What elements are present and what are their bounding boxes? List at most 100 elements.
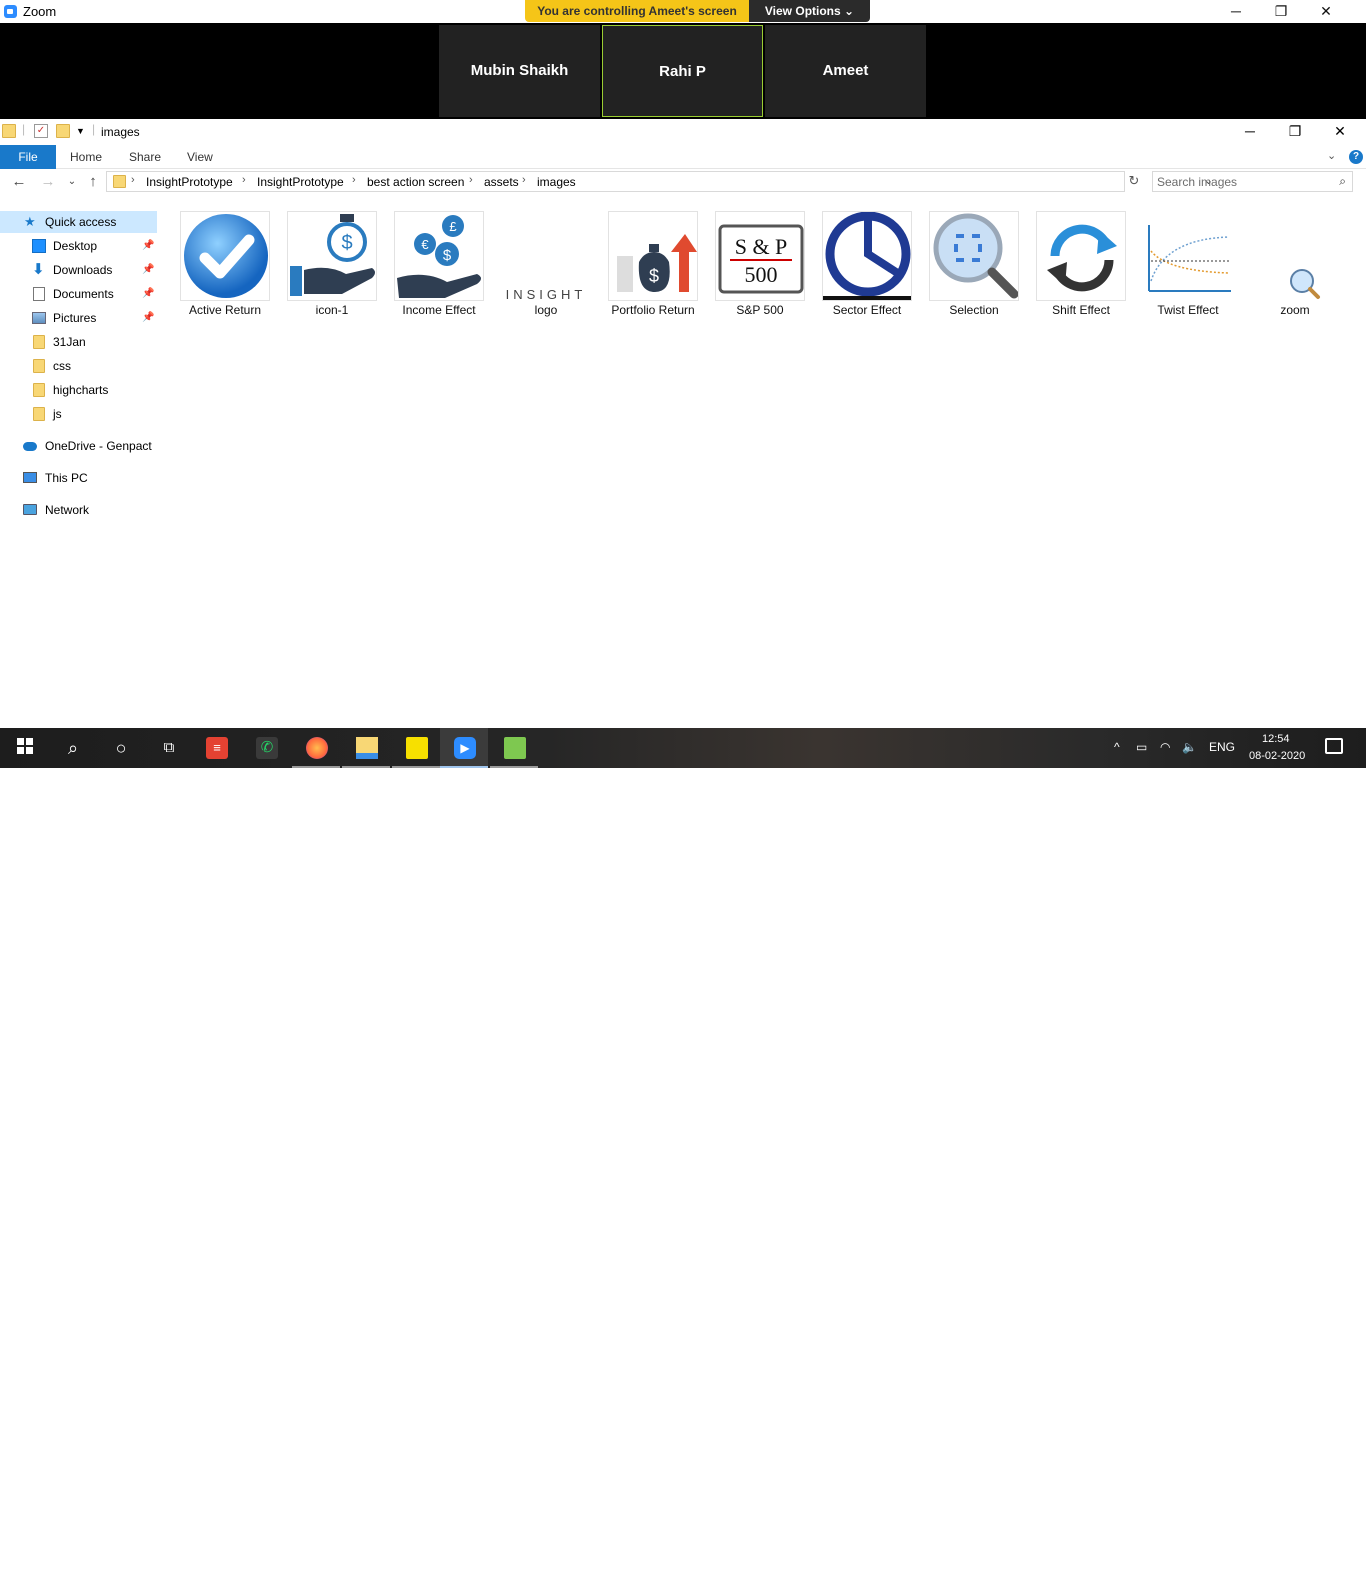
search-input[interactable] (1157, 174, 1327, 189)
battery-icon[interactable]: ▭ (1136, 740, 1147, 754)
participant-tile-mubin[interactable]: Mubin Shaikh (439, 25, 600, 117)
sidebar-item-label: Network (45, 503, 90, 517)
file-item-sector-effect[interactable]: Sector Effect (814, 211, 914, 323)
language-indicator[interactable]: ENG (1209, 740, 1235, 754)
download-arrow-icon: ⬇ (32, 261, 45, 278)
pie-chart-icon (822, 211, 912, 301)
sidebar-item-downloads[interactable]: ⬇ Downloads 📌 (0, 259, 157, 281)
file-item-icon-1[interactable]: $ icon-1 (279, 211, 379, 323)
navigation-pane: ★ Quick access Desktop 📌 ⬇ Downloads 📌 D… (0, 211, 157, 728)
clock-time[interactable]: 12:54 (1262, 733, 1290, 745)
pin-icon[interactable]: 📌 (142, 307, 154, 329)
sidebar-item-onedrive[interactable]: OneDrive - Genpact (0, 435, 157, 457)
properties-icon[interactable]: ✓ (34, 124, 48, 138)
pin-icon[interactable]: 📌 (142, 283, 154, 305)
file-item-income-effect[interactable]: € £ $ Income Effect (386, 211, 486, 323)
taskbar-app-notepad[interactable] (490, 728, 538, 768)
customize-toolbar-icon[interactable]: ▼ (76, 124, 90, 138)
wifi-icon[interactable]: ◠ (1160, 740, 1170, 754)
file-item-sp-500[interactable]: S & P 500 S&P 500 (707, 211, 807, 323)
sidebar-item-js[interactable]: js (0, 403, 157, 425)
pictures-icon (32, 312, 46, 324)
recent-locations-icon[interactable]: ⌄ (63, 173, 81, 191)
minimize-icon[interactable]: ─ (1216, 2, 1256, 20)
folder-icon (113, 175, 126, 188)
dollar-hand-icon: $ (287, 211, 377, 301)
search-box[interactable]: ⌕ (1152, 171, 1353, 192)
sidebar-item-css[interactable]: css (0, 355, 157, 377)
task-view-button[interactable]: ⧉ (144, 728, 192, 768)
forward-arrow-icon[interactable]: → (39, 173, 57, 191)
view-options-button[interactable]: View Options ⌄ (749, 0, 870, 22)
participant-tile-rahi[interactable]: Rahi P (602, 25, 763, 117)
taskbar-app-whatsapp[interactable]: ✆ (242, 728, 290, 768)
close-icon[interactable]: ✕ (1306, 2, 1346, 20)
sidebar-item-pictures[interactable]: Pictures 📌 (0, 307, 157, 329)
file-item-portfolio-return[interactable]: $ Portfolio Return (600, 211, 700, 323)
sidebar-item-quick-access[interactable]: ★ Quick access (0, 211, 157, 233)
participant-tile-ameet[interactable]: Ameet (765, 25, 926, 117)
file-item-selection[interactable]: Selection (921, 211, 1021, 323)
folder-icon (2, 124, 16, 138)
file-item-shift-effect[interactable]: Shift Effect (1028, 211, 1128, 323)
line-chart-icon (1143, 211, 1233, 301)
sidebar-item-this-pc[interactable]: This PC (0, 467, 157, 489)
sidebar-item-desktop[interactable]: Desktop 📌 (0, 235, 157, 257)
close-icon[interactable]: ✕ (1320, 122, 1360, 140)
svg-text:$: $ (341, 232, 352, 254)
breadcrumb-insightprototype-1[interactable]: InsightPrototype (146, 175, 233, 189)
restore-icon[interactable]: ❐ (1275, 122, 1315, 140)
document-icon (33, 287, 45, 301)
clock-date[interactable]: 08-02-2020 (1249, 750, 1305, 762)
sidebar-item-documents[interactable]: Documents 📌 (0, 283, 157, 305)
taskbar-app-todoist[interactable]: ≡ (192, 728, 240, 768)
volume-icon[interactable]: 🔈 (1182, 740, 1197, 754)
taskbar-app-firefox[interactable] (292, 728, 340, 768)
tab-view[interactable]: View (187, 145, 213, 169)
file-label: zoom (1280, 303, 1310, 317)
restore-icon[interactable]: ❐ (1261, 2, 1301, 20)
taskbar-app-zoom[interactable]: ▶ (440, 728, 488, 768)
sidebar-item-highcharts[interactable]: highcharts (0, 379, 157, 401)
search-icon[interactable]: ⌕ (1339, 174, 1346, 189)
action-center-icon[interactable] (1325, 738, 1343, 754)
show-hidden-icons-chevron-icon[interactable]: ^ (1114, 740, 1120, 754)
sticky-notes-icon (406, 737, 428, 759)
tab-share[interactable]: Share (129, 145, 161, 169)
pin-icon[interactable]: 📌 (142, 259, 154, 281)
sidebar-item-31jan[interactable]: 31Jan (0, 331, 157, 353)
insight-logo: INSIGHT (501, 211, 591, 301)
refresh-icon[interactable]: ↻ (1126, 173, 1142, 191)
breadcrumb-assets[interactable]: assets (484, 175, 519, 189)
file-item-twist-effect[interactable]: Twist Effect (1135, 211, 1235, 323)
help-icon[interactable]: ? (1349, 150, 1363, 164)
svg-text:INSIGHT: INSIGHT (506, 287, 587, 301)
sidebar-item-network[interactable]: Network (0, 499, 157, 521)
chevron-down-icon: ⌄ (844, 4, 855, 18)
back-arrow-icon[interactable]: ← (10, 173, 28, 191)
breadcrumb-images[interactable]: images (537, 175, 576, 189)
tab-file[interactable]: File (0, 145, 56, 169)
tab-home[interactable]: Home (70, 145, 102, 169)
up-arrow-icon[interactable]: ↑ (84, 173, 102, 191)
file-item-logo[interactable]: INSIGHT logo (493, 211, 593, 323)
zoom-video-icon: ▶ (454, 737, 476, 759)
taskbar-search-button[interactable]: ⌕ (48, 728, 96, 768)
ribbon-tabs: File Home Share View ⌄ ? (0, 145, 1366, 169)
minimize-icon[interactable]: ─ (1230, 122, 1270, 140)
taskbar-app-file-explorer[interactable] (342, 728, 390, 768)
file-item-active-return[interactable]: Active Return (172, 211, 272, 323)
new-folder-icon[interactable] (56, 124, 70, 138)
start-button[interactable] (0, 728, 48, 768)
sidebar-item-label: OneDrive - Genpact (45, 439, 152, 453)
firefox-icon (306, 737, 328, 759)
expand-ribbon-icon[interactable]: ⌄ (1327, 149, 1336, 162)
pin-icon[interactable]: 📌 (142, 235, 154, 257)
windows-icon (14, 737, 36, 759)
file-item-zoom[interactable]: zoom (1242, 211, 1342, 323)
taskbar-app-sticky-notes[interactable] (392, 728, 440, 768)
cortana-button[interactable]: ○ (96, 728, 144, 768)
breadcrumb-insightprototype-2[interactable]: InsightPrototype (257, 175, 344, 189)
breadcrumb-best-action-screen[interactable]: best action screen (367, 175, 464, 189)
address-bar[interactable]: › InsightPrototype › InsightPrototype › … (106, 171, 1213, 192)
